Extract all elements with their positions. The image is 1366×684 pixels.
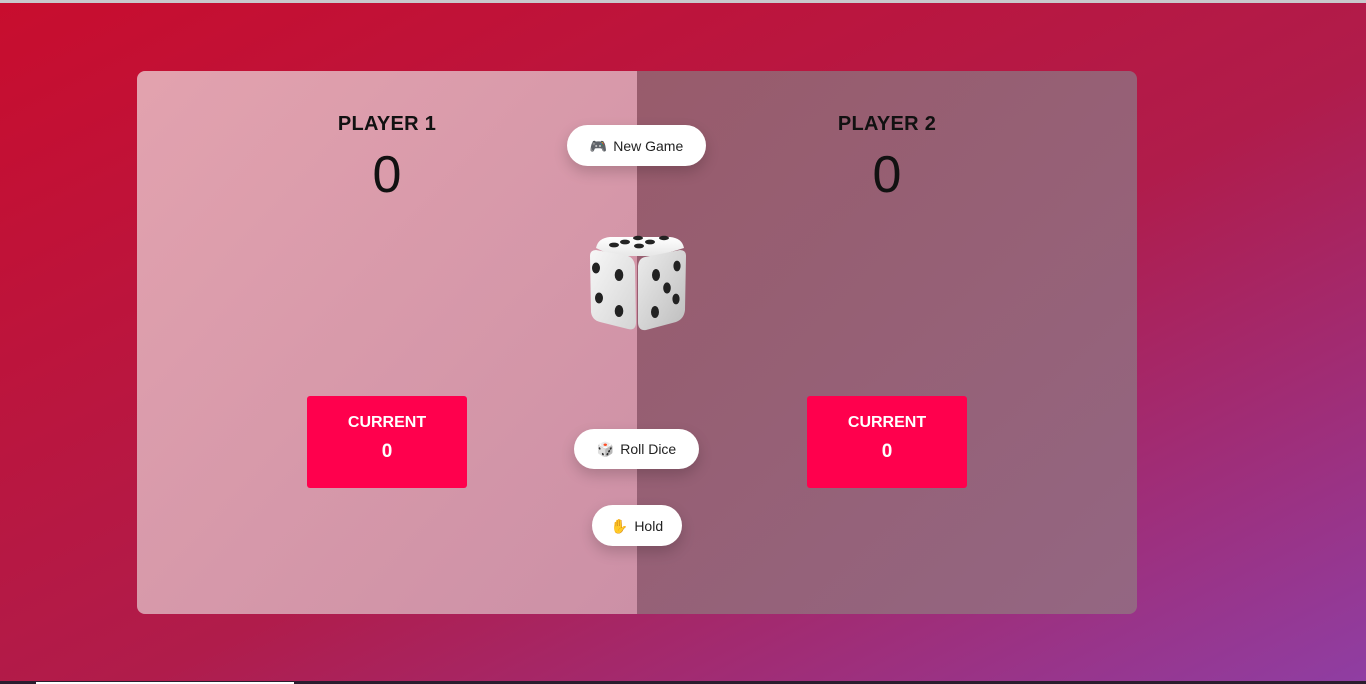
player-1-current-score: 0	[381, 441, 393, 462]
roll-dice-label: Roll Dice	[620, 441, 677, 457]
hold-label: Hold	[634, 517, 664, 534]
player-1-current-box: CURRENT 0	[307, 396, 467, 488]
dice	[586, 234, 688, 332]
player-2-current-box: CURRENT 0	[807, 396, 967, 488]
player-1-name: PLAYER 1	[337, 113, 437, 135]
hand-icon: ✋	[610, 517, 629, 534]
hold-button[interactable]: ✋ Hold	[592, 505, 682, 546]
player-1-score: 0	[372, 146, 402, 204]
new-game-label: New Game	[613, 137, 684, 154]
player-2-name: PLAYER 2	[837, 113, 937, 135]
dice-icon	[590, 235, 686, 331]
player-2-score: 0	[872, 146, 902, 204]
player-1-panel: PLAYER 1 0 CURRENT 0	[137, 71, 637, 614]
gamepad-icon: 🎮	[589, 137, 608, 154]
player-1-current-label: CURRENT	[347, 414, 427, 431]
player-2-current-score: 0	[881, 441, 893, 462]
player-2-panel: PLAYER 2 0 CURRENT 0	[637, 71, 1137, 614]
new-game-button[interactable]: 🎮 New Game	[567, 125, 706, 166]
roll-dice-button[interactable]: 🎲 Roll Dice	[574, 429, 699, 469]
window-top-border	[0, 0, 1366, 3]
player-2-current-label: CURRENT	[847, 414, 927, 431]
dice-icon: 🎲	[596, 441, 615, 457]
